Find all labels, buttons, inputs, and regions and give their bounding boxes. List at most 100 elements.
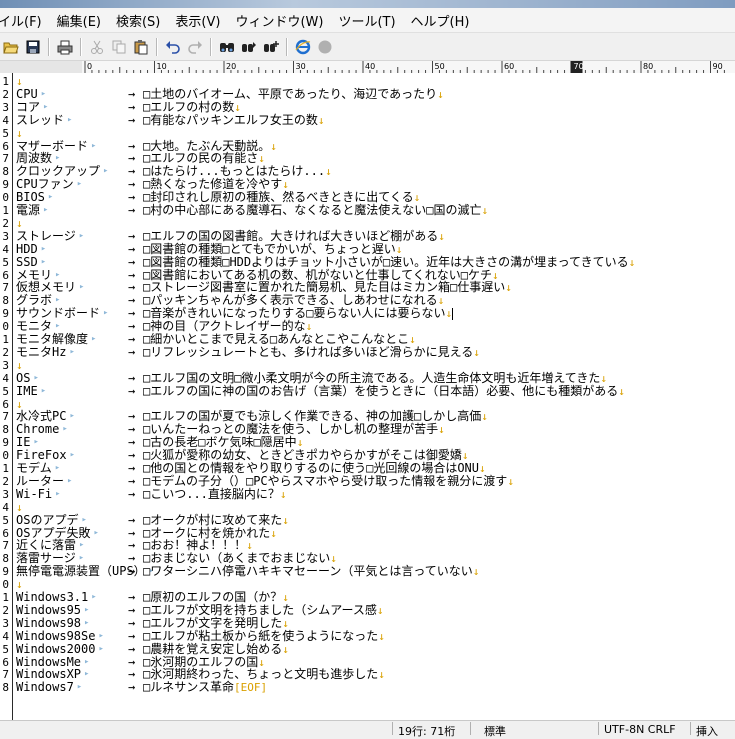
tab-mark: ▸ (33, 372, 39, 383)
text-line[interactable]: ↓ (0, 217, 735, 230)
ruler-label: 50 (435, 62, 445, 71)
text-line[interactable]: IME ▸ → □エルフの国に神の国のお告げ（言葉）を使うときに（日本語）必要、他にも… (0, 383, 735, 398)
menu-item-0[interactable]: イル(F) (0, 11, 49, 30)
text-line[interactable]: クロックアップ ▸ → □はたらけ...もっとはたらけ...↓ (0, 165, 735, 179)
term-text: 電源 (16, 203, 41, 217)
description-text: □村の中心部にある魔導石、なくなると魔法使えない□国の滅亡↓ (143, 203, 489, 218)
toolbar-separator (48, 37, 50, 56)
newline-mark: ↓ (325, 165, 332, 179)
text-line[interactable]: ルーター ▸ → □モデムの子分（）□PCやらスマホやら受け取った情報を親分に渡す↓ (0, 473, 735, 488)
find-button[interactable] (216, 36, 238, 58)
menu-item-4[interactable]: ウィンドウ(W) (235, 11, 330, 30)
cut-button[interactable] (86, 36, 108, 58)
term-text: HDD (16, 241, 38, 256)
open-folder-icon (3, 42, 19, 53)
text-line[interactable]: コア ▸ → □エルフの村の数↓ (0, 99, 735, 114)
menu-bar: イル(F) 編集(E) 検索(S) 表示(V) ウィンドウ(W) ツール(T) ヘルプ(H) (0, 8, 735, 33)
text-line[interactable]: マザーボード ▸ → □大地。たぶん天動説。↓ (0, 139, 735, 153)
menu-item-5[interactable]: ツール(T) (338, 11, 402, 30)
text-line[interactable]: Windows98 ▸ → □エルフが文字を発明した↓ (0, 616, 735, 630)
text-line[interactable]: ↓ (0, 501, 735, 514)
toolbar-separator (156, 37, 158, 56)
tab-mark: ▸ (84, 617, 90, 628)
status-divider (392, 722, 393, 735)
tab-mark: ▸ (98, 643, 104, 654)
newline-mark: ↓ (437, 87, 444, 101)
browser-button[interactable] (292, 36, 314, 58)
description-text: □エルフの国の図書館。大きければ大きいほど棚がある↓ (143, 228, 445, 243)
text-line[interactable]: スレッド ▸ → □有能なパッキンエルフ女王の数↓ (0, 113, 735, 127)
newline-mark: ↓ (378, 668, 385, 682)
term-text: CPU (16, 86, 38, 101)
open-folder-button[interactable] (0, 36, 22, 58)
text-line[interactable]: Windows98Se ▸ → □エルフが粘土板から紙を使うようになった↓ (0, 629, 735, 643)
text-line[interactable]: OSのアプデ ▸ → □オークが村に攻めて来た↓ (0, 513, 735, 527)
print-button[interactable] (54, 36, 76, 58)
status-divider (598, 722, 599, 735)
tab-mark: ▸ (91, 140, 97, 151)
tab-mark: ▸ (67, 475, 73, 486)
term-text: モニタHz (16, 344, 67, 359)
menu-item-1[interactable]: 編集(E) (57, 11, 108, 30)
text-line[interactable]: 近くに落雷 ▸ → □おお！神よ！！！↓ (0, 539, 735, 553)
newline-mark: ↓ (438, 229, 445, 243)
arrow-text: → (128, 241, 136, 256)
description-text: □土地のバイオーム、平原であったり、海辺であったり↓ (143, 86, 444, 101)
toolbar-separator (80, 37, 82, 56)
description-text: □エルフの国に神の国のお告げ（言葉）を使うときに（日本語）必要、他にも種類がある… (143, 383, 625, 398)
text-line[interactable]: 周波数 ▸ → □エルフの民の有能さ↓ (0, 152, 735, 166)
paste-button[interactable] (130, 36, 152, 58)
text-line[interactable]: Windows7 ▸ → □ルネサンス革命[EOF] (0, 680, 735, 695)
find-prev-button[interactable] (260, 36, 282, 58)
text-line[interactable]: SSD ▸ → □図書館の種類□HDDよりはチョット小さいが□速い。近年は大きさの溝が… (0, 255, 735, 269)
newline-mark: ↓ (279, 487, 287, 501)
newline-mark: ↓ (481, 410, 488, 424)
tab-mark: ▸ (84, 669, 90, 680)
newline-mark: ↓ (507, 474, 514, 488)
text-line[interactable]: Chrome ▸ → □いんたーねっとの魔法を使う、しかし机の整理が苦手↓ (0, 423, 735, 437)
term-text: Windows2000 (16, 641, 96, 656)
find-next-button[interactable] (238, 36, 260, 58)
text-line[interactable]: ↓ (0, 359, 735, 372)
text-line[interactable]: モニタHz ▸ → □リフレッシュレートとも、多ければ多いほど滑らかに見える↓ (0, 344, 735, 359)
undo-icon (166, 40, 180, 54)
arrow-text: → (128, 383, 136, 398)
newline-mark: ↓ (618, 384, 625, 398)
text-line[interactable]: 無停電電源装置（UPS） ▸ → □ワターシニハ停電ハキキマセーーン（平気とは言ってい… (0, 565, 735, 579)
text-line[interactable]: WindowsXP ▸ → □氷河期終わった、ちょっと文明も進歩した↓ (0, 668, 735, 682)
description-text: □農耕を覚え安定し始める↓ (143, 641, 289, 656)
menu-item-2[interactable]: 検索(S) (116, 11, 167, 30)
browser-icon (295, 39, 311, 54)
newline-mark: ↓ (270, 139, 277, 153)
text-line[interactable]: HDD ▸ → □図書館の種類□とてもでかいが、ちょっと遅い↓ (0, 241, 735, 256)
description-text: □図書館の種類□とてもでかいが、ちょっと遅い↓ (143, 241, 403, 256)
term-text: ルーター (16, 473, 65, 488)
newline-mark: ↓ (16, 126, 23, 140)
text-line[interactable]: Windows2000 ▸ → □農耕を覚え安定し始める↓ (0, 641, 735, 656)
copy-button[interactable] (108, 36, 130, 58)
undo-button[interactable] (162, 36, 184, 58)
arrow-text: → (128, 344, 136, 359)
redo-button[interactable] (184, 36, 206, 58)
editor-area[interactable]: 1234567890123456789012345678901234567890… (0, 73, 735, 720)
text-line[interactable]: 電源 ▸ → □村の中心部にある魔導石、なくなると魔法使えない□国の滅亡↓ (0, 203, 735, 218)
tab-mark: ▸ (76, 682, 83, 693)
text-line[interactable]: Windows95 ▸ → □エルフが文明を持ちました（シムアース感↓ (0, 603, 735, 617)
circle-button[interactable] (314, 36, 336, 58)
text-line[interactable]: ストレージ ▸ → □エルフの国の図書館。大きければ大きいほど棚がある↓ (0, 228, 735, 243)
menu-item-3[interactable]: 表示(V) (175, 11, 227, 30)
text-line[interactable]: OSアプデ失敗 ▸ → □オークに村を焼かれた↓ (0, 526, 735, 540)
description-text: □エルフの村の数↓ (143, 99, 241, 114)
newline-mark: ↓ (600, 371, 607, 385)
newline-mark: ↓ (505, 281, 512, 295)
menu-item-6[interactable]: ヘルプ(H) (411, 11, 477, 30)
save-button[interactable] (22, 36, 44, 58)
term-text: Windows7 (16, 680, 74, 695)
text-line[interactable]: サウンドボード ▸ → □音楽がきれいになったりする□要らない人には要らない↓ (0, 307, 735, 320)
text-line[interactable]: ↓ (0, 578, 735, 591)
text-line[interactable]: ↓ (0, 127, 735, 140)
text-line[interactable]: Wi-Fi ▸ → □こいつ...直接脳内に？↓ (0, 487, 735, 501)
text-line[interactable]: OS ▸ → □エルフ国の文明□微小柔文明が今の所主流である。人造生命体文明も近年増え… (0, 371, 735, 385)
print-icon (57, 40, 73, 54)
text-line[interactable]: CPU ▸ → □土地のバイオーム、平原であったり、海辺であったり↓ (0, 86, 735, 101)
